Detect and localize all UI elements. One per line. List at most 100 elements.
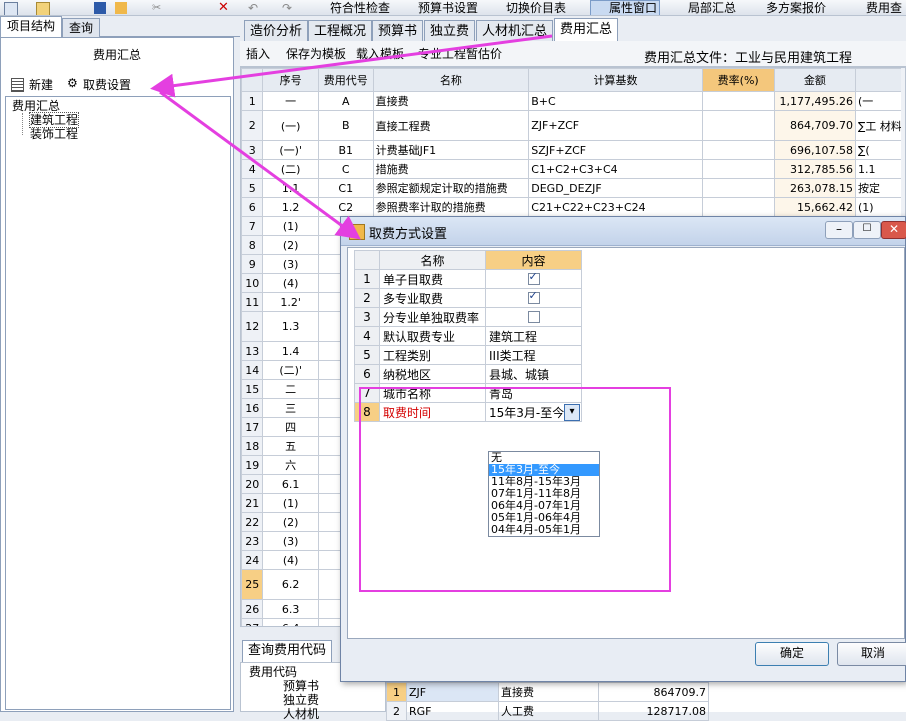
cancel-button[interactable]: 取消 bbox=[837, 642, 906, 666]
table-row[interactable]: 3 (一)' B1 计费基础JF1 SZJF+ZCF 696,107.58 ∑( bbox=[241, 140, 905, 160]
tree-item-independent-fee[interactable]: 独立费 bbox=[283, 693, 319, 707]
table-row[interactable]: 2 (一) B 直接工程费 ZJF+ZCF 864,709.70 ∑工 材料 bbox=[241, 110, 905, 141]
row-index[interactable]: 26 bbox=[241, 599, 264, 619]
checkbox-icon[interactable] bbox=[527, 310, 540, 323]
row-index[interactable]: 12 bbox=[241, 311, 264, 342]
row-index[interactable]: 7 bbox=[241, 216, 264, 236]
properties-window-button[interactable]: 属性窗口 bbox=[590, 0, 661, 15]
load-template-button[interactable]: 载入模板 bbox=[356, 46, 404, 62]
row-index[interactable]: 25 bbox=[241, 569, 264, 600]
tab-fee-summary[interactable]: 费用汇总 bbox=[554, 18, 619, 42]
settings-row[interactable]: 6 纳税地区 县城、城镇 bbox=[354, 364, 582, 384]
row-index[interactable]: 13 bbox=[241, 341, 264, 361]
compliance-check-button[interactable]: 符合性检查 bbox=[330, 0, 390, 15]
cut-icon[interactable]: ✂ bbox=[152, 2, 164, 14]
row-index[interactable]: 6 bbox=[241, 197, 264, 217]
setting-value[interactable]: 建筑工程 bbox=[485, 326, 582, 346]
delete-icon[interactable]: ✕ bbox=[218, 1, 230, 14]
fee-settings-button[interactable]: 取费设置 bbox=[83, 76, 131, 93]
minimize-icon[interactable]: – bbox=[825, 221, 853, 239]
setting-value[interactable] bbox=[485, 307, 582, 327]
row-index[interactable]: 20 bbox=[241, 474, 264, 494]
setting-value[interactable] bbox=[485, 288, 582, 308]
tree-item-fee-code[interactable]: 费用代码 bbox=[249, 665, 297, 679]
row-index[interactable]: 10 bbox=[241, 273, 264, 293]
row-index[interactable]: 4 bbox=[241, 159, 264, 179]
tree-root[interactable]: 费用汇总 bbox=[12, 99, 60, 113]
row-index[interactable]: 15 bbox=[241, 379, 264, 399]
row-index[interactable]: 9 bbox=[241, 254, 264, 274]
open-folder-icon[interactable] bbox=[36, 2, 50, 15]
settings-row[interactable]: 4 默认取费专业 建筑工程 bbox=[354, 326, 582, 346]
checkbox-icon[interactable] bbox=[527, 270, 540, 285]
tree-item-decoration[interactable]: 装饰工程 bbox=[30, 127, 78, 141]
row-index[interactable]: 2 bbox=[241, 110, 264, 141]
row-index[interactable]: 8 bbox=[241, 235, 264, 255]
settings-row[interactable]: 3 分专业单独取费率 bbox=[354, 307, 582, 327]
tab-project-structure[interactable]: 项目结构 bbox=[0, 16, 63, 38]
save-all-icon[interactable] bbox=[115, 2, 127, 14]
table-row[interactable]: 1 一 A 直接费 B+C 1,177,495.26 (一 bbox=[241, 91, 905, 111]
col-header-rate[interactable]: 费率(%) bbox=[701, 68, 775, 92]
table-row[interactable]: 2 RGF 人工费 128717.08 bbox=[386, 701, 709, 721]
tree-item-building[interactable]: 建筑工程 bbox=[28, 112, 80, 128]
col-header-name[interactable]: 名称 bbox=[372, 68, 530, 92]
maximize-icon[interactable]: ☐ bbox=[853, 221, 881, 239]
close-icon[interactable]: ✕ bbox=[881, 221, 906, 239]
save-as-template-button[interactable]: 保存为模板 bbox=[286, 46, 346, 62]
partial-summary-button[interactable]: 局部汇总 bbox=[688, 0, 736, 15]
save-icon[interactable] bbox=[94, 2, 106, 14]
undo-icon[interactable]: ↶ bbox=[248, 2, 260, 14]
settings-row[interactable]: 5 工程类别 III类工程 bbox=[354, 345, 582, 365]
tab-cost-analysis[interactable]: 造价分析 bbox=[244, 20, 309, 43]
tab-project-overview[interactable]: 工程概况 bbox=[308, 20, 373, 43]
table-row[interactable]: 6 1.2 C2 参照费率计取的措施费 C21+C22+C23+C24 15,662.42… bbox=[241, 197, 905, 217]
new-button[interactable]: 新建 bbox=[29, 76, 53, 93]
row-index[interactable]: 14 bbox=[241, 360, 264, 380]
table-row[interactable]: 5 1.1 C1 参照定额规定计取的措施费 DEGD_DEZJF 263,078.15 按定 bbox=[241, 178, 905, 198]
insert-button[interactable]: 插入 bbox=[246, 46, 270, 62]
redo-icon[interactable]: ↷ bbox=[282, 2, 294, 14]
col-header-code[interactable]: 费用代号 bbox=[317, 68, 374, 92]
row-index[interactable]: 19 bbox=[241, 455, 264, 475]
budget-settings-button[interactable]: 预算书设置 bbox=[418, 0, 478, 15]
table-row[interactable]: 1 ZJF 直接费 864709.7 bbox=[386, 682, 709, 702]
ok-button[interactable]: 确定 bbox=[755, 642, 829, 666]
row-index[interactable]: 1 bbox=[241, 91, 264, 111]
fee-query-button[interactable]: 费用查 bbox=[866, 0, 902, 15]
col-header-extra[interactable] bbox=[855, 68, 905, 92]
row-index[interactable]: 24 bbox=[241, 550, 264, 570]
provisional-estimate-button[interactable]: 专业工程暂估价 bbox=[418, 46, 502, 62]
col-header-base[interactable]: 计算基数 bbox=[528, 68, 703, 92]
setting-value[interactable]: 县城、城镇 bbox=[485, 364, 582, 384]
row-index[interactable]: 17 bbox=[241, 417, 264, 437]
tab-query-fee-code[interactable]: 查询费用代码 bbox=[242, 640, 333, 662]
tab-budget-book[interactable]: 预算书 bbox=[372, 20, 424, 43]
dialog-titlebar[interactable]: 取费方式设置 – ☐ ✕ bbox=[341, 217, 906, 246]
setting-value[interactable]: III类工程 bbox=[485, 345, 582, 365]
row-index[interactable]: 3 bbox=[241, 140, 264, 160]
setting-value[interactable] bbox=[485, 269, 582, 289]
new-file-icon[interactable] bbox=[4, 2, 18, 15]
settings-row[interactable]: 1 单子目取费 bbox=[354, 269, 582, 289]
tree-item-labor[interactable]: 人材机 bbox=[283, 707, 319, 721]
col-header-amount[interactable]: 金额 bbox=[773, 68, 857, 92]
row-index[interactable]: 23 bbox=[241, 531, 264, 551]
tree-item-budget-book[interactable]: 预算书 bbox=[283, 679, 319, 693]
row-index[interactable]: 11 bbox=[241, 292, 264, 312]
multi-plan-quote-button[interactable]: 多方案报价 bbox=[766, 0, 826, 15]
row-index[interactable]: 5 bbox=[241, 178, 264, 198]
row-index[interactable]: 27 bbox=[241, 618, 264, 626]
row-index[interactable]: 18 bbox=[241, 436, 264, 456]
row-index[interactable]: 22 bbox=[241, 512, 264, 532]
row-index[interactable]: 21 bbox=[241, 493, 264, 513]
tab-independent-fee[interactable]: 独立费 bbox=[424, 20, 476, 43]
checkbox-icon[interactable] bbox=[527, 289, 540, 304]
tab-labor-material[interactable]: 人材机汇总 bbox=[476, 20, 554, 43]
col-header-seq[interactable]: 序号 bbox=[262, 68, 319, 92]
row-index[interactable]: 16 bbox=[241, 398, 264, 418]
switch-price-list-button[interactable]: 切换价目表 bbox=[506, 0, 566, 15]
settings-row[interactable]: 2 多专业取费 bbox=[354, 288, 582, 308]
table-row[interactable]: 4 (二) C 措施费 C1+C2+C3+C4 312,785.56 1.1 bbox=[241, 159, 905, 179]
tab-query[interactable]: 查询 bbox=[62, 18, 101, 38]
